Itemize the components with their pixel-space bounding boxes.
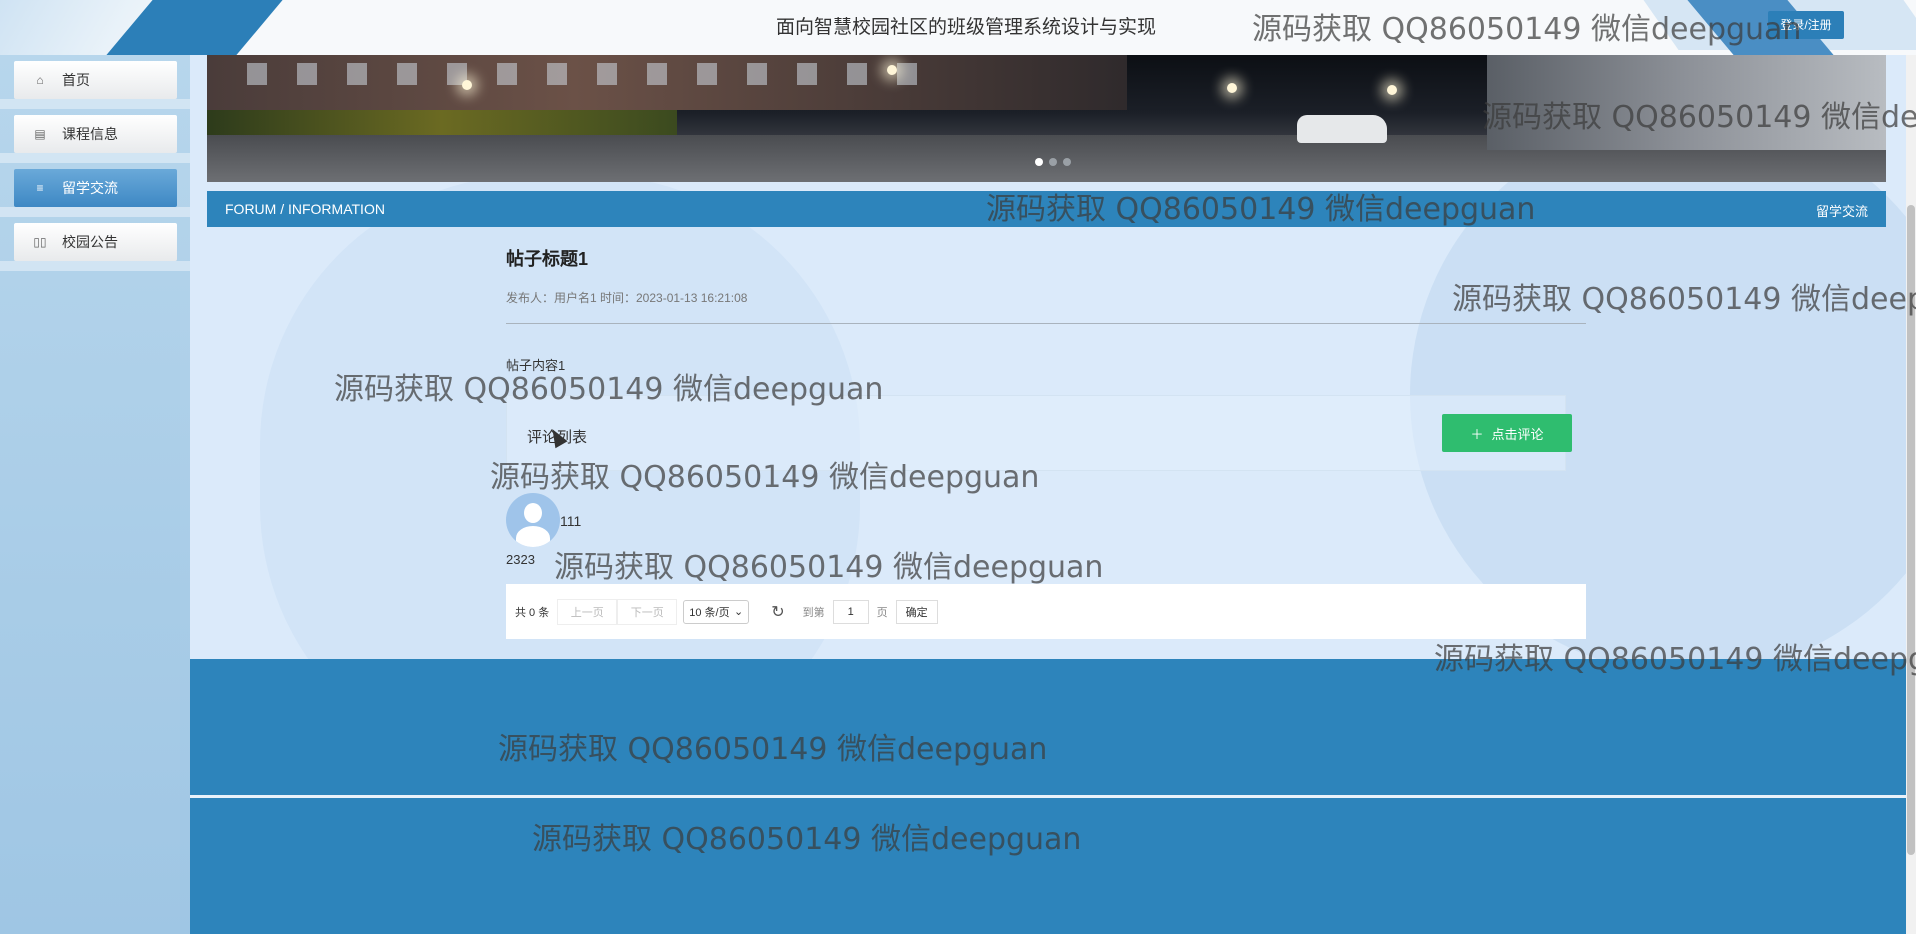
post-meta: 发布人：用户名1 时间：2023-01-13 16:21:08 — [506, 291, 748, 305]
watermark: 源码获取 QQ86050149 微信deepguan — [532, 822, 1082, 857]
sidebar-item-home[interactable]: ⌂ 首页 — [14, 61, 177, 99]
watermark: 源码获取 QQ86050149 微信deepguan — [986, 192, 1536, 227]
street-light — [1227, 83, 1237, 93]
banner-window — [647, 63, 667, 85]
refresh-icon[interactable]: ↻ — [771, 602, 784, 622]
banner-window — [847, 63, 867, 85]
carousel-dot[interactable] — [1035, 158, 1043, 166]
watermark: 源码获取 QQ86050149 微信deepguan — [334, 372, 884, 407]
carousel-dot[interactable] — [1063, 158, 1071, 166]
comment-username: 111 — [560, 513, 582, 529]
watermark: 源码获取 QQ86050149 微信deepguan — [490, 460, 1040, 495]
watermark: 源码获取 QQ86050149 微信deepguan — [1434, 642, 1916, 677]
sidebar-decoration — [0, 99, 190, 109]
banner-window — [497, 63, 517, 85]
chevron-down-icon: ⌄ — [734, 606, 744, 618]
pagination-total: 共 0 条 — [515, 606, 550, 619]
sidebar-item-course-info[interactable]: ▤ 课程信息 — [14, 115, 177, 153]
banner-window — [597, 63, 617, 85]
add-comment-label: 点击评论 — [1491, 426, 1544, 442]
street-light — [887, 65, 897, 75]
goto-label: 到第 — [802, 606, 825, 619]
book-icon: ▯▯ — [33, 235, 47, 249]
carousel-dot[interactable] — [1049, 158, 1057, 166]
page-number-input[interactable]: 1 — [832, 599, 869, 624]
banner-window — [547, 63, 567, 85]
watermark: 源码获取 QQ86050149 微信deepguan — [1252, 12, 1802, 47]
watermark: 源码获取 QQ86050149 微信deepguan — [498, 732, 1048, 767]
sidebar: ⌂ 首页 ▤ 课程信息 ≡ 留学交流 ▯▯ 校园公告 — [0, 55, 190, 934]
avatar — [506, 493, 560, 547]
page-unit-label: 页 — [876, 606, 888, 619]
banner-window — [747, 63, 767, 85]
street-light — [462, 80, 472, 90]
sidebar-item-label: 课程信息 — [62, 126, 118, 142]
page-size-value: 10 条/页 — [689, 606, 730, 619]
comment-text: 2323 — [506, 552, 535, 567]
avatar-body — [516, 526, 550, 547]
list-icon: ≡ — [36, 181, 44, 195]
add-comment-button[interactable]: ＋ 点击评论 — [1442, 414, 1572, 452]
watermark: 源码获取 QQ86050149 微信deepguan — [1482, 100, 1916, 135]
goto-confirm-button[interactable]: 确定 — [895, 599, 938, 624]
sidebar-decoration — [0, 207, 190, 217]
banner-building — [207, 55, 1127, 110]
home-icon: ⌂ — [36, 73, 44, 87]
carousel-indicators — [1035, 158, 1071, 166]
section-breadcrumb[interactable]: 留学交流 — [1816, 201, 1868, 220]
sidebar-item-label: 校园公告 — [62, 234, 118, 250]
sidebar-item-announcements[interactable]: ▯▯ 校园公告 — [14, 223, 177, 261]
plus-icon: ＋ — [1470, 426, 1484, 442]
banner-window — [297, 63, 317, 85]
next-page-button[interactable]: 下一页 — [617, 598, 678, 625]
prev-page-button[interactable]: 上一页 — [557, 598, 618, 625]
banner-window — [347, 63, 367, 85]
watermark: 源码获取 QQ86050149 微信deepguan — [554, 550, 1104, 585]
banner-window — [797, 63, 817, 85]
divider — [506, 323, 1586, 324]
sidebar-decoration — [0, 261, 190, 271]
sidebar-item-label: 首页 — [62, 72, 90, 88]
banner-window — [247, 63, 267, 85]
banner-window — [697, 63, 717, 85]
sidebar-decoration — [0, 153, 190, 163]
watermark: 源码获取 QQ86050149 微信deepguan — [1452, 282, 1916, 317]
sidebar-item-label: 留学交流 — [62, 180, 118, 196]
street-light — [1387, 85, 1397, 95]
section-title: FORUM / INFORMATION — [225, 201, 385, 217]
site-title: 面向智慧校园社区的班级管理系统设计与实现 — [776, 17, 1157, 38]
page-size-select[interactable]: 10 条/页 ⌄ — [683, 599, 750, 624]
post-title: 帖子标题1 — [506, 249, 589, 269]
sidebar-item-study-abroad[interactable]: ≡ 留学交流 — [14, 169, 177, 207]
banner-window — [897, 63, 917, 85]
banner-window — [397, 63, 417, 85]
footer — [190, 659, 1906, 795]
pagination: 共 0 条 上一页 下一页 10 条/页 ⌄ ↻ 到第 1 页 确定 — [506, 584, 1586, 639]
page-scrollbar[interactable] — [1906, 55, 1916, 934]
post-header: 帖子标题1 发布人：用户名1 时间：2023-01-13 16:21:08 — [506, 245, 1586, 306]
avatar-head — [524, 503, 542, 523]
banner-car — [1297, 115, 1387, 143]
document-icon: ▤ — [34, 127, 46, 141]
